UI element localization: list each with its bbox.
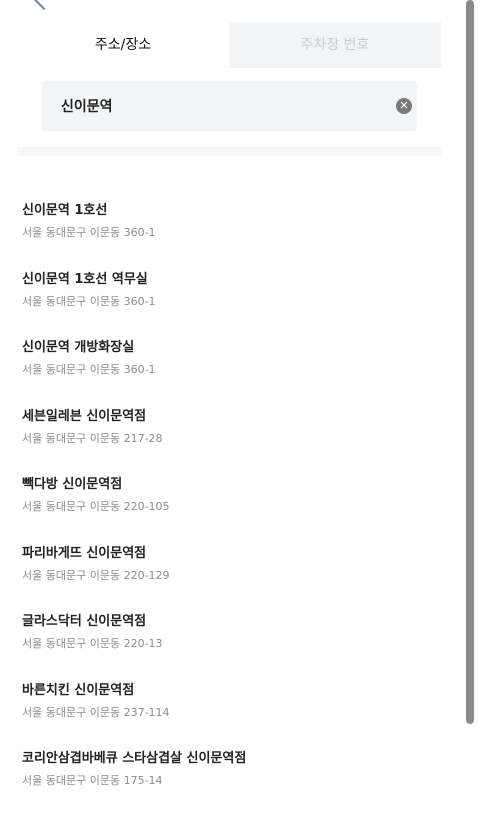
result-item[interactable]: 빽다방 신이문역점서울 동대문구 이문동 220-105 xyxy=(22,476,442,545)
result-name: 신이문역 1호선 xyxy=(22,203,108,218)
result-name: 파리바게뜨 신이문역점 xyxy=(22,545,147,561)
result-name: 바른치킨 신이문역점 xyxy=(22,682,135,698)
tab-parking-number[interactable]: 주차장 번호 xyxy=(229,22,441,68)
result-name: 빽다방 신이문역점 xyxy=(22,477,123,492)
result-item[interactable]: 파리바게뜨 신이문역점서울 동대문구 이문동 220-129 xyxy=(22,545,442,614)
result-name: 코리안삼겹바베큐 스타삼겹살 신이문역점 xyxy=(22,751,247,766)
result-address: 서울 동대문구 이문동 217-28 xyxy=(22,431,163,445)
section-divider xyxy=(17,147,441,156)
tab-address-place[interactable]: 주소/장소 xyxy=(17,22,229,68)
search-mode-tabs: 주소/장소 주차장 번호 xyxy=(17,22,441,68)
result-item[interactable]: 신이문역 1호선서울 동대문구 이문동 360-1 xyxy=(22,202,442,271)
result-name: 신이문역 1호선 역무실 xyxy=(22,271,148,287)
result-name: 세븐일레븐 신이문역점 xyxy=(22,408,147,424)
result-item[interactable]: 신이문역 개방화장실서울 동대문구 이문동 360-1 xyxy=(22,339,442,408)
back-chevron-icon[interactable] xyxy=(29,0,59,11)
result-item[interactable]: 바른치킨 신이문역점서울 동대문구 이문동 237-114 xyxy=(22,682,442,751)
result-address: 서울 동대문구 이문동 360-1 xyxy=(22,294,156,308)
result-name: 글라스닥터 신이문역점 xyxy=(22,614,147,629)
result-name: 신이문역 개방화장실 xyxy=(22,340,135,355)
result-address: 서울 동대문구 이문동 360-1 xyxy=(22,226,156,239)
scrollbar[interactable] xyxy=(466,0,474,724)
search-box: ✕ xyxy=(42,81,417,131)
result-item[interactable]: 글라스닥터 신이문역점서울 동대문구 이문동 220-13 xyxy=(22,613,442,682)
result-item[interactable]: 세븐일레븐 신이문역점서울 동대문구 이문동 217-28 xyxy=(22,408,442,477)
result-address: 서울 동대문구 이문동 237-114 xyxy=(22,705,170,719)
result-address: 서울 동대문구 이문동 220-129 xyxy=(22,568,170,582)
result-item[interactable]: 신이문역 1호선 역무실서울 동대문구 이문동 360-1 xyxy=(22,271,442,340)
result-address: 서울 동대문구 이문동 220-13 xyxy=(22,637,163,650)
search-results-list: 신이문역 1호선 서울 동대문구 이문동 360-1 신이문역 1호선 역무실 서울 … xyxy=(22,202,442,819)
search-input[interactable] xyxy=(61,81,381,131)
result-address: 서울 동대문구 이문동 360-1 xyxy=(22,363,156,376)
result-address: 서울 동대문구 이문동 220-105 xyxy=(22,500,170,513)
result-address: 서울 동대문구 이문동 175-14 xyxy=(22,774,163,787)
clear-icon[interactable]: ✕ xyxy=(396,98,412,114)
result-item[interactable]: 코리안삼겹바베큐 스타삼겹살 신이문역점서울 동대문구 이문동 175-14 xyxy=(22,750,442,819)
